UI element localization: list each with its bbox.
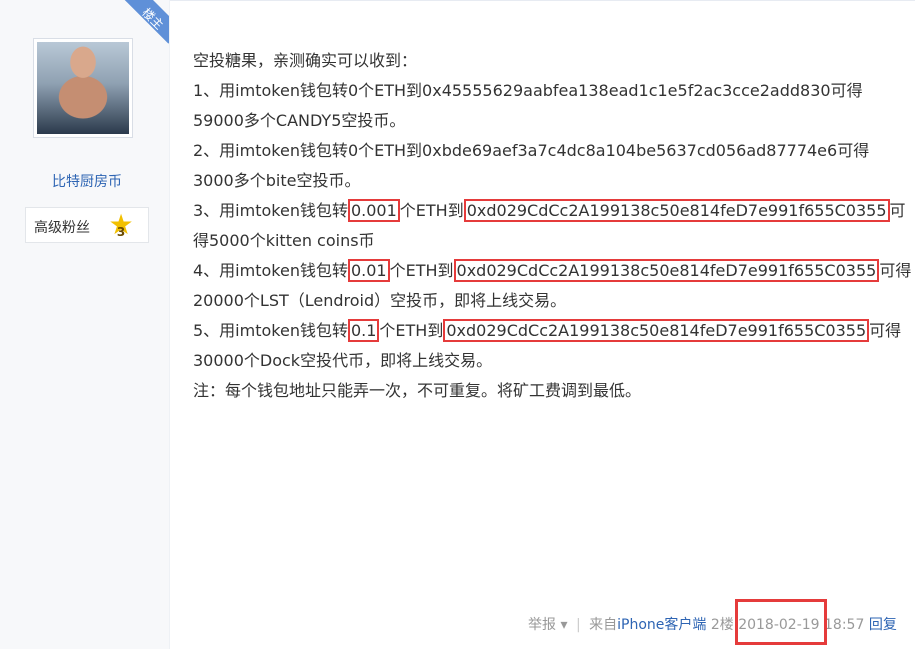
item-3-middle: 个ETH到 (399, 201, 464, 220)
item-5-suffix: 可得 (869, 321, 902, 340)
post-timestamp: 2018-02-19 18:57 (738, 617, 865, 633)
author-sidebar: 比特厨房币 高级粉丝 ★ 3 楼主 (0, 0, 170, 649)
avatar-frame[interactable] (33, 38, 133, 138)
post-item-4-line-1: 4、用imtoken钱包转 0.01 个ETH到 0xd029CdCc2A199138… (193, 256, 911, 286)
fan-level-label: 高级粉丝 (34, 220, 90, 236)
author-name[interactable]: 比特厨房币 (25, 171, 149, 191)
item-4-middle: 个ETH到 (389, 261, 454, 280)
floor-tag: 楼主 (121, 0, 169, 48)
post-intro: 空投糖果，亲测确实可以收到： (193, 51, 418, 70)
post-item-3-line-2: 得5000个kitten coins币 (193, 231, 375, 250)
fan-level-badge[interactable]: 高级粉丝 ★ 3 (25, 207, 149, 243)
item-3-prefix: 3、用imtoken钱包转 (193, 201, 348, 220)
reply-link[interactable]: 回复 (869, 617, 897, 633)
fan-level-number: 3 (116, 225, 126, 239)
post-item-5-line-1: 5、用imtoken钱包转 0.1 个ETH到 0xd029CdCc2A199138c… (193, 316, 903, 346)
post-item-1-line-1: 1、用imtoken钱包转0个ETH到0x45555629aabfea138ea… (193, 81, 863, 100)
post-item-4-line-2: 20000个LST（Lendroid）空投币，即将上线交易。 (193, 291, 567, 310)
post-item-2-line-2: 3000多个bite空投币。 (193, 171, 361, 190)
post-item-3-line-1: 3、用imtoken钱包转 0.001 个ETH到 0xd029CdCc2A19913… (193, 196, 906, 226)
chevron-down-icon[interactable]: ▾ (556, 617, 567, 633)
item-3-address-highlight: 0xd029CdCc2A199138c50e814feD7e991f655C03… (463, 199, 890, 222)
avatar[interactable] (37, 42, 129, 134)
source-prefix: 来自 (589, 617, 618, 633)
item-5-amount-highlight: 0.1 (347, 319, 380, 342)
item-4-prefix: 4、用imtoken钱包转 (193, 261, 348, 280)
post-item-2-line-1: 2、用imtoken钱包转0个ETH到0xbde69aef3a7c4dc8a10… (193, 141, 870, 160)
item-5-prefix: 5、用imtoken钱包转 (193, 321, 348, 340)
post-content: 空投糖果，亲测确实可以收到： 1、用imtoken钱包转0个ETH到0x4555… (193, 46, 911, 406)
floor-number: 2楼 (710, 617, 734, 633)
post-note: 注：每个钱包地址只能弄一次，不可重复。将矿工费调到最低。 (193, 381, 642, 400)
item-5-address-highlight: 0xd029CdCc2A199138c50e814feD7e991f655C03… (443, 319, 870, 342)
item-4-address-highlight: 0xd029CdCc2A199138c50e814feD7e991f655C03… (453, 259, 880, 282)
post-item-5-line-2: 30000个Dock空投代币，即将上线交易。 (193, 351, 493, 370)
source-client-link[interactable]: iPhone客户端 (617, 617, 706, 633)
report-link[interactable]: 举报 (528, 617, 556, 633)
footer-divider: | (575, 617, 581, 633)
post-item-1-line-2: 59000多个CANDY5空投币。 (193, 111, 406, 130)
floor-tag-label: 楼主 (139, 5, 167, 33)
item-4-amount-highlight: 0.01 (347, 259, 390, 282)
item-3-amount-highlight: 0.001 (347, 199, 400, 222)
post-footer: 举报 ▾ | 来自iPhone客户端 2楼 2018-02-19 18:57 回… (528, 614, 897, 636)
star-badge-icon: ★ 3 (108, 211, 134, 240)
item-5-middle: 个ETH到 (379, 321, 444, 340)
item-3-suffix: 可 (889, 201, 906, 220)
item-4-suffix: 可得 (879, 261, 912, 280)
